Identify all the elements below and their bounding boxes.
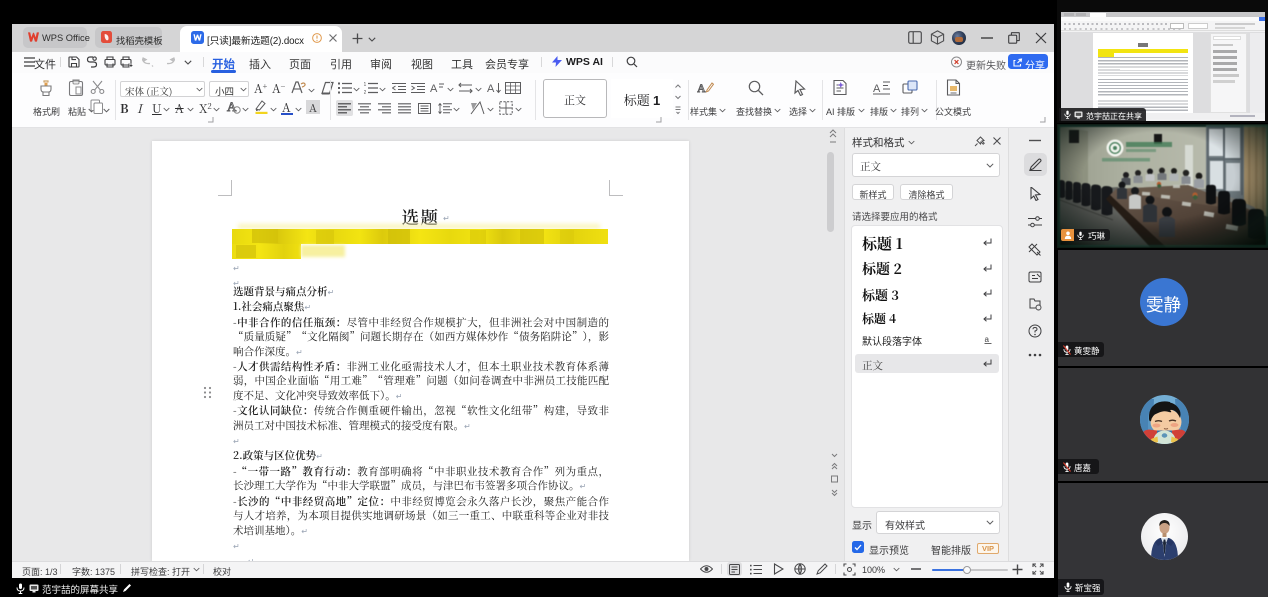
svg-text:a: a [985,335,990,344]
svg-text:A: A [430,83,438,95]
svg-text:A: A [487,83,495,95]
svg-text:A: A [697,81,706,95]
svg-text:A: A [873,83,881,95]
svg-text:1: 1 [364,82,367,88]
svg-text:2: 2 [364,90,367,94]
svg-text:A: A [227,99,237,114]
